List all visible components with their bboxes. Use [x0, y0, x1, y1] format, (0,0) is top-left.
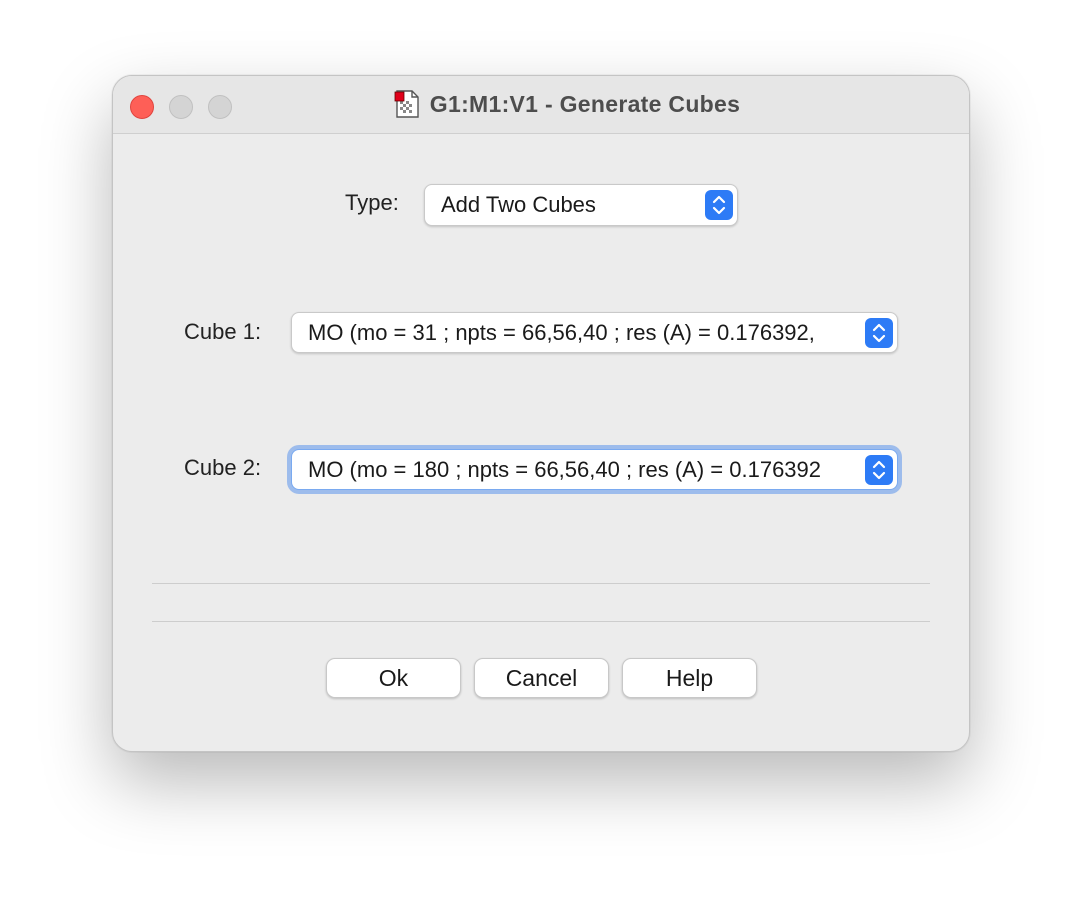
chevron-updown-icon [865, 317, 893, 348]
type-label: Type: [345, 190, 399, 215]
chevron-updown-icon [865, 454, 893, 485]
cube2-label: Cube 2: [184, 455, 262, 480]
cancel-button[interactable]: Cancel [474, 658, 609, 698]
window-title-area: G1:M1:V1 - Generate Cubes [113, 88, 969, 120]
cube1-popup[interactable]: MO (mo = 31 ; npts = 66,56,40 ; res (A) … [291, 312, 898, 353]
document-icon [394, 90, 419, 118]
separator-top [152, 583, 930, 584]
type-popup-value: Add Two Cubes [441, 192, 596, 217]
ok-button[interactable]: Ok [326, 658, 461, 698]
title-bar[interactable]: G1:M1:V1 - Generate Cubes [113, 76, 969, 134]
separator-bottom [152, 621, 930, 622]
cube2-popup[interactable]: MO (mo = 180 ; npts = 66,56,40 ; res (A)… [291, 449, 898, 490]
generate-cubes-dialog: G1:M1:V1 - Generate Cubes Type: Add Two … [112, 75, 970, 752]
cube2-popup-value: MO (mo = 180 ; npts = 66,56,40 ; res (A)… [308, 456, 822, 482]
cube1-popup-value: MO (mo = 31 ; npts = 66,56,40 ; res (A) … [308, 319, 815, 345]
type-popup[interactable]: Add Two Cubes [424, 184, 738, 226]
window-title: G1:M1:V1 - Generate Cubes [429, 90, 741, 117]
chevron-updown-icon [705, 190, 733, 220]
cube1-label: Cube 1: [184, 319, 262, 344]
help-button[interactable]: Help [622, 658, 757, 698]
desktop: G1:M1:V1 - Generate Cubes Type: Add Two … [0, 0, 1082, 900]
